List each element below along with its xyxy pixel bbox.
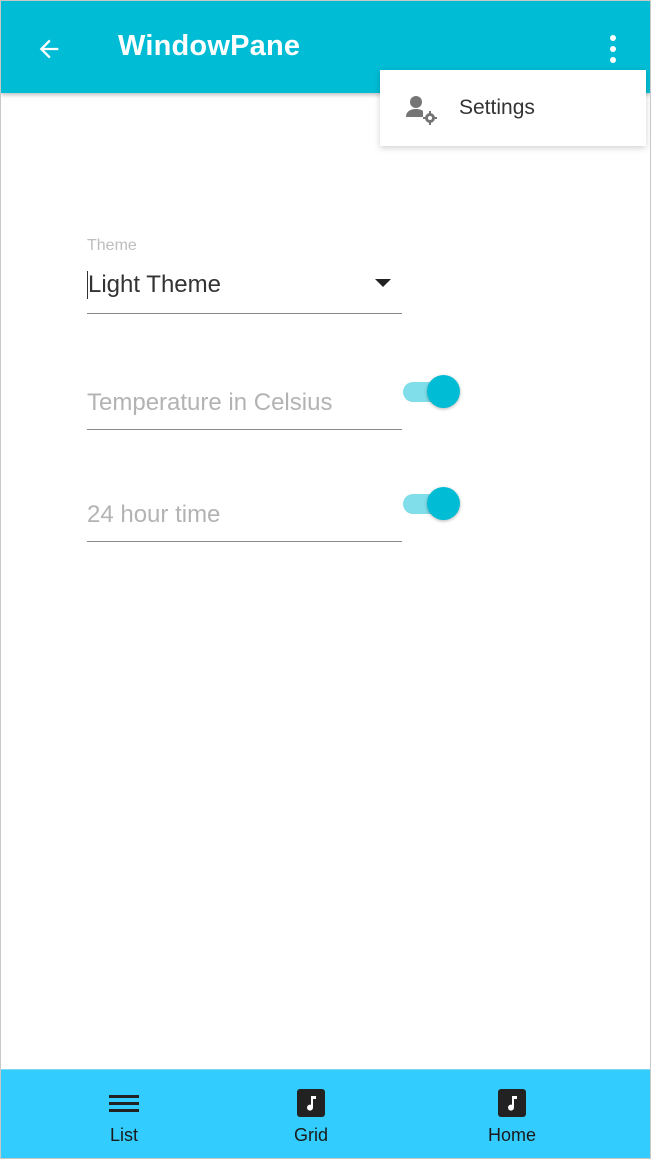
music-note-icon bbox=[296, 1088, 326, 1118]
toggle-thumb bbox=[427, 487, 460, 520]
menu-item-settings[interactable]: Settings bbox=[380, 70, 646, 146]
temperature-celsius-toggle[interactable] bbox=[402, 374, 462, 410]
menu-icon bbox=[109, 1088, 139, 1118]
time-format-field[interactable]: 24 hour time bbox=[87, 495, 402, 542]
music-note-icon bbox=[497, 1088, 527, 1118]
theme-select[interactable]: Light Theme bbox=[87, 263, 402, 314]
nav-item-label: List bbox=[109, 1125, 138, 1145]
theme-label: Theme bbox=[87, 237, 137, 254]
24-hour-time-toggle[interactable] bbox=[402, 486, 462, 522]
nav-item-home[interactable]: Home bbox=[442, 1070, 582, 1158]
menu-item-label: Settings bbox=[459, 96, 535, 119]
arrow-back-icon bbox=[39, 39, 59, 59]
time-format-field-placeholder: 24 hour time bbox=[87, 501, 221, 528]
nav-item-label: Home bbox=[487, 1125, 536, 1145]
overflow-menu-button[interactable] bbox=[597, 29, 629, 69]
dropdown-arrow-icon bbox=[375, 279, 391, 287]
toggle-thumb bbox=[427, 375, 460, 408]
overflow-menu: Settings bbox=[380, 70, 646, 146]
back-button[interactable] bbox=[29, 29, 69, 69]
nav-item-label: Grid bbox=[293, 1125, 328, 1145]
temperature-field-placeholder: Temperature in Celsius bbox=[87, 389, 333, 416]
app-window: WindowPane Settings Theme Light Theme Te… bbox=[0, 0, 651, 1159]
more-vert-icon bbox=[610, 35, 616, 63]
nav-item-grid[interactable]: Grid bbox=[241, 1070, 381, 1158]
bottom-navigation: List Grid Home bbox=[1, 1069, 650, 1158]
user-settings-icon bbox=[406, 96, 437, 125]
temperature-field[interactable]: Temperature in Celsius bbox=[87, 383, 402, 430]
app-title: WindowPane bbox=[118, 30, 301, 62]
theme-select-value: Light Theme bbox=[87, 271, 221, 299]
nav-item-list[interactable]: List bbox=[54, 1070, 194, 1158]
